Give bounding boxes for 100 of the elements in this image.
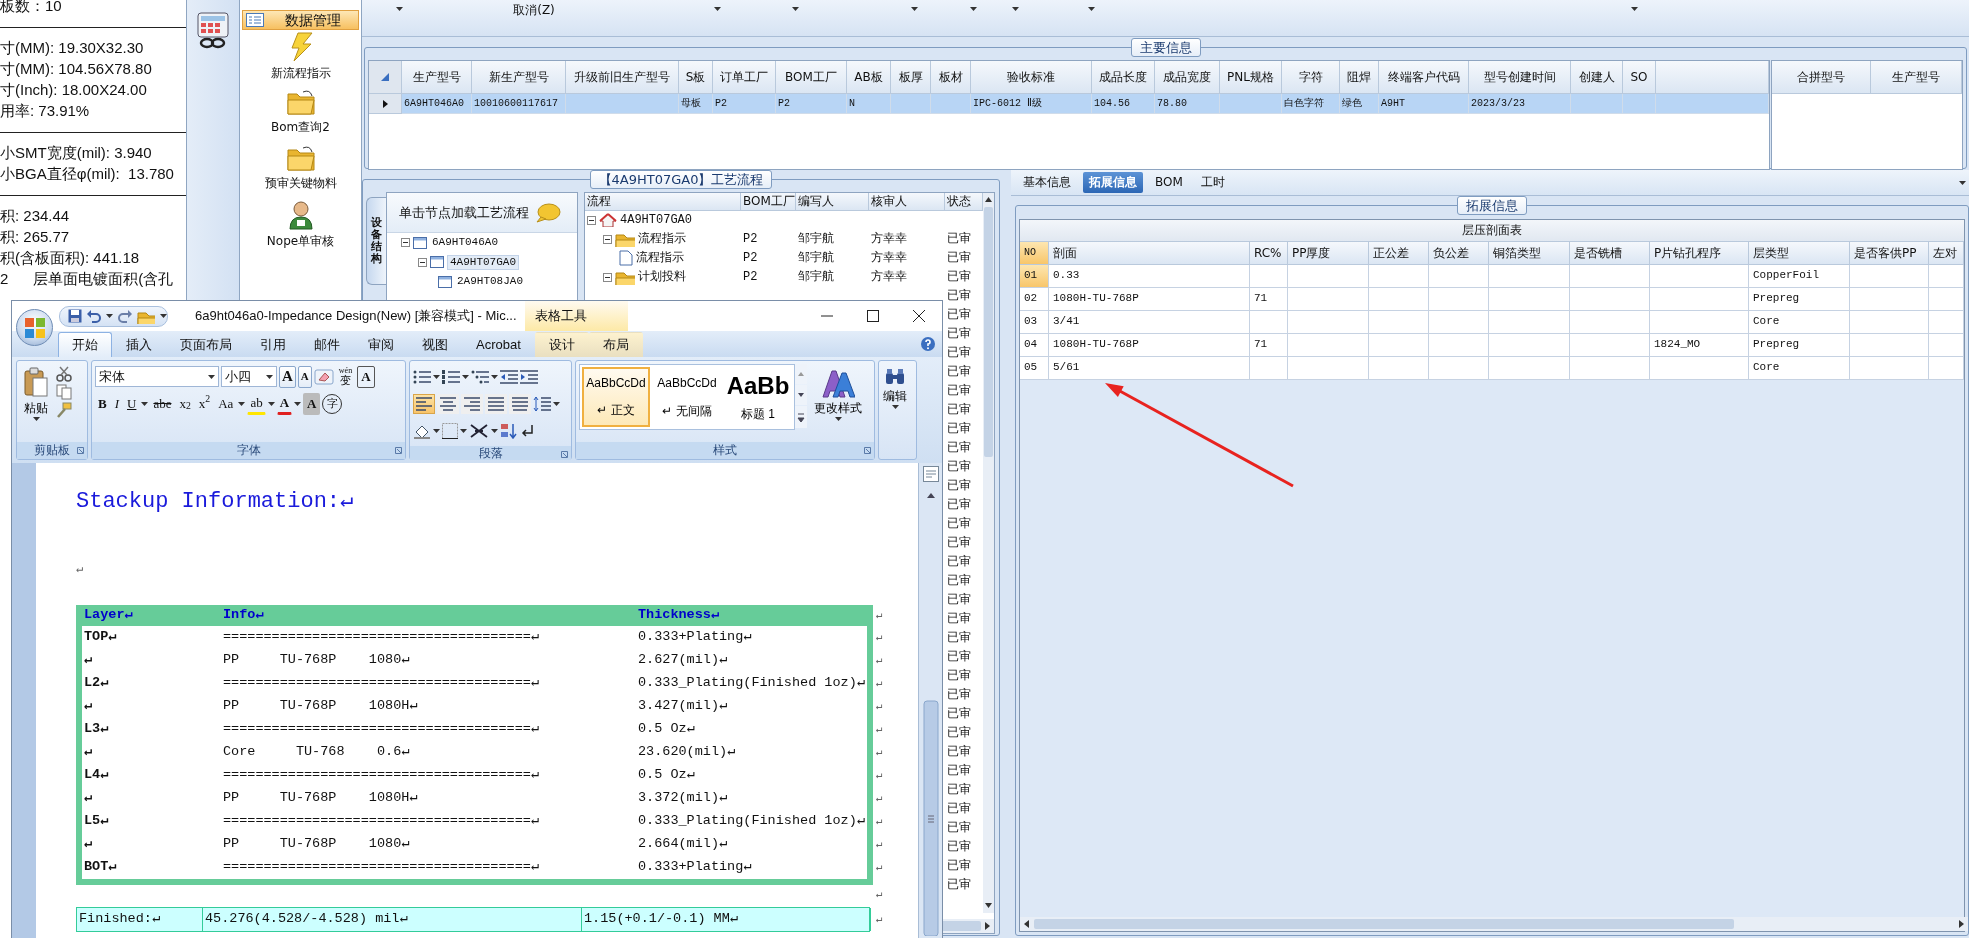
caret-icon[interactable] [267, 401, 275, 406]
tab[interactable]: 拓展信息 [1083, 172, 1143, 193]
caret-icon[interactable] [970, 7, 977, 11]
align-button[interactable] [413, 393, 435, 414]
column-header[interactable]: AB板 [847, 61, 891, 94]
ribbon-tab[interactable]: 邮件 [300, 332, 354, 357]
tree-node[interactable]: 2A9HT08JA0 [455, 275, 525, 289]
column-header[interactable]: PP厚度 [1288, 242, 1369, 265]
sort-icon[interactable] [500, 422, 518, 439]
caret-icon[interactable] [238, 401, 246, 406]
caret-icon[interactable] [1088, 7, 1095, 11]
node-label[interactable]: 计划投料 [638, 269, 686, 285]
caret-icon[interactable] [553, 401, 560, 406]
font-name-field[interactable]: 宋体 [95, 366, 219, 387]
nav-item[interactable]: Nope单审核 [240, 200, 361, 254]
caret-icon[interactable] [106, 314, 113, 318]
side-tab[interactable]: 设备结构 [366, 197, 386, 285]
collapse-icon[interactable] [603, 272, 612, 282]
column-header[interactable]: 正公差 [1369, 242, 1429, 265]
caret-icon[interactable] [433, 374, 440, 379]
caret-icon[interactable] [1631, 7, 1638, 11]
format-button[interactable]: A [357, 365, 375, 388]
column-header[interactable]: 层类型 [1749, 242, 1850, 265]
indent-icon[interactable] [520, 368, 538, 385]
align-button[interactable] [461, 393, 483, 414]
scroll-down-icon[interactable] [795, 385, 807, 405]
caret-icon[interactable] [491, 374, 498, 379]
dialog-launcher-icon[interactable] [561, 451, 568, 458]
paragraph-mark-icon[interactable] [520, 422, 534, 439]
dialog-launcher-icon[interactable] [77, 447, 84, 454]
caret-icon[interactable] [141, 401, 149, 406]
ruler-toggle-icon[interactable] [922, 466, 939, 482]
column-header[interactable]: 新生产型号 [472, 61, 566, 94]
format-button[interactable]: A [303, 392, 321, 415]
format-button[interactable]: A [276, 392, 293, 415]
calculator-icon[interactable] [194, 12, 232, 50]
format-button[interactable]: wén 变 [335, 364, 356, 389]
column-header[interactable]: 生产型号 [1871, 61, 1962, 94]
format-button[interactable]: A [297, 365, 312, 388]
tab[interactable]: BOM [1149, 172, 1189, 193]
column-header[interactable]: 阻焊 [1340, 61, 1379, 94]
collapse-icon[interactable] [401, 238, 410, 248]
bullet-list-icon[interactable] [413, 368, 431, 385]
ribbon-tab[interactable]: 开始 [58, 332, 112, 357]
nav-item[interactable]: 预审关键物料 [240, 144, 361, 198]
caret-icon[interactable] [491, 428, 498, 433]
ribbon-tab[interactable]: Acrobat [462, 332, 535, 357]
caret-icon[interactable] [1959, 180, 1966, 185]
scissors-icon[interactable] [56, 366, 72, 382]
column-header[interactable]: 板厚 [891, 61, 931, 94]
collapse-icon[interactable] [603, 234, 612, 244]
caret-icon[interactable] [160, 314, 167, 318]
numbered-list-icon[interactable] [442, 368, 460, 385]
column-header[interactable]: 状态 [945, 193, 983, 211]
column-header[interactable]: 字符 [1282, 61, 1340, 94]
outdent-icon[interactable] [500, 368, 518, 385]
caret-icon[interactable] [714, 7, 721, 11]
nav-item[interactable]: 新流程指示 [240, 32, 361, 86]
style-option[interactable]: AaBbCcDd ↵ 正文 [582, 367, 650, 427]
node-label[interactable]: 流程指示 [638, 231, 686, 247]
column-header[interactable]: 板材 [931, 61, 971, 94]
column-header[interactable]: 生产型号 [402, 61, 472, 94]
format-button[interactable]: B [95, 392, 110, 415]
column-header[interactable]: 订单工厂 [713, 61, 776, 94]
column-header[interactable]: SO [1623, 61, 1656, 94]
column-header[interactable]: 成品长度 [1092, 61, 1155, 94]
more-icon[interactable] [795, 406, 807, 428]
format-button[interactable]: U [124, 392, 140, 415]
collapse-icon[interactable] [587, 215, 596, 225]
change-styles-button[interactable]: 更改样式 [811, 364, 865, 439]
caret-icon[interactable] [792, 7, 799, 11]
column-header[interactable]: PNL规格 [1220, 61, 1282, 94]
undo-icon[interactable] [87, 309, 101, 323]
column-header[interactable]: 型号创建时间 [1469, 61, 1571, 94]
column-header[interactable]: S板 [679, 61, 713, 94]
ribbon-tab[interactable]: 审阅 [354, 332, 408, 357]
dialog-launcher-icon[interactable] [395, 447, 402, 454]
column-header[interactable]: 升级前旧生产型号 [566, 61, 679, 94]
column-header[interactable]: 流程 [585, 193, 741, 211]
border-icon[interactable] [442, 422, 458, 439]
ribbon-tab[interactable]: 引用 [246, 332, 300, 357]
column-header[interactable]: 终端客户代码 [1379, 61, 1469, 94]
format-button[interactable]: x$^{2}$ [195, 392, 214, 415]
column-header[interactable]: 剖面 [1049, 242, 1250, 265]
column-header[interactable]: 编写人 [796, 193, 869, 211]
column-header[interactable]: 成品宽度 [1155, 61, 1220, 94]
align-button[interactable] [437, 393, 459, 414]
multilevel-list-icon[interactable] [471, 368, 489, 385]
help-icon[interactable] [920, 336, 936, 352]
caret-icon[interactable] [1012, 7, 1019, 11]
line-spacing-icon[interactable] [533, 395, 551, 412]
ribbon-tab[interactable]: 页面布局 [166, 332, 246, 357]
column-header[interactable]: BOM工厂 [776, 61, 847, 94]
caret-icon[interactable] [462, 374, 469, 379]
node-label[interactable]: 4A9HT07GA0 [620, 212, 692, 228]
column-header[interactable]: 是否客供PP [1850, 242, 1929, 265]
ribbon-tab[interactable]: 布局 [588, 332, 643, 357]
clear-format-icon[interactable] [313, 366, 334, 387]
column-header[interactable]: 创建人 [1571, 61, 1623, 94]
font-size-field[interactable]: 小四 [221, 366, 277, 387]
